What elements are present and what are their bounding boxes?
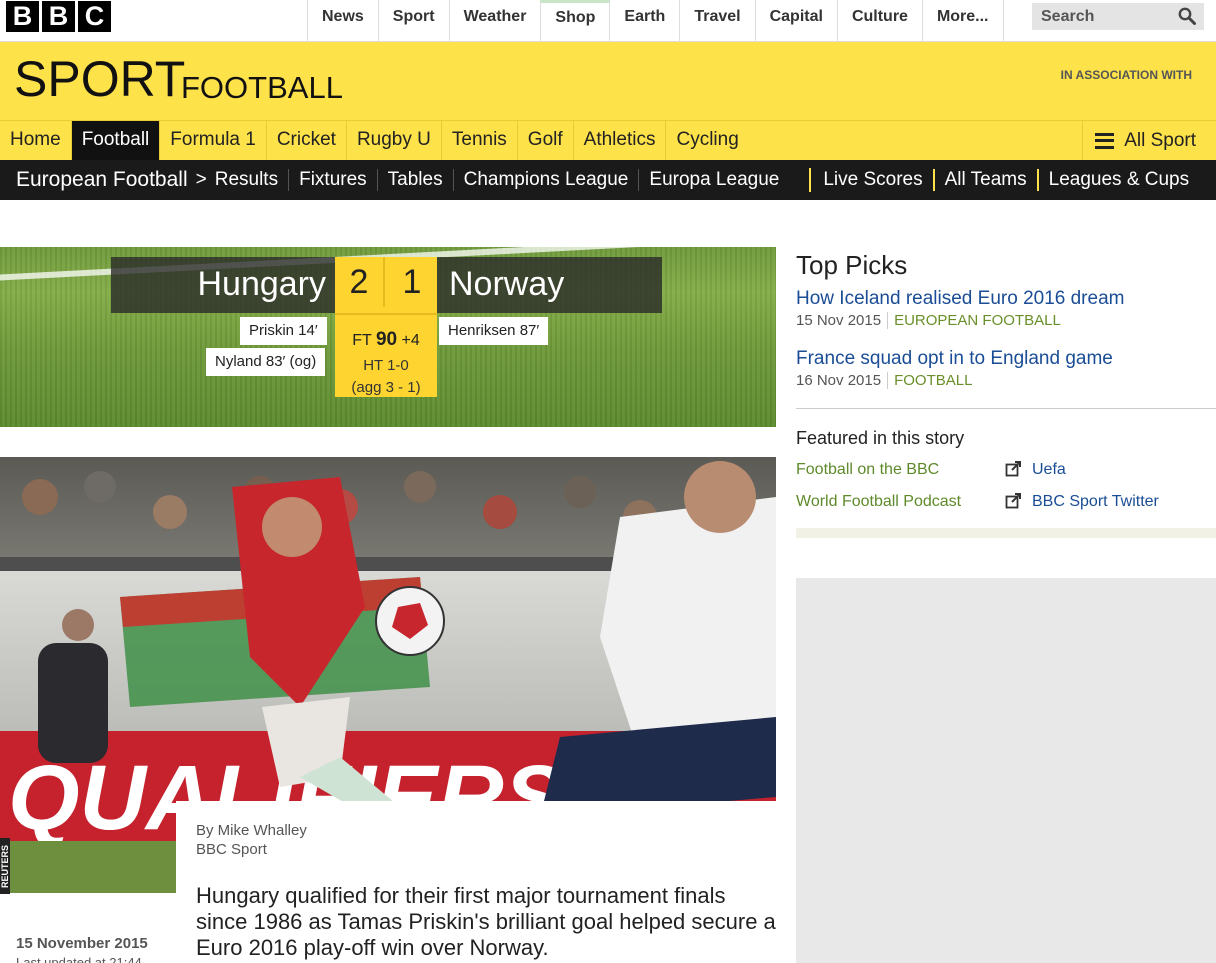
- external-link-icon: [1005, 493, 1021, 509]
- global-nav-news[interactable]: News: [307, 0, 378, 41]
- top-pick-meta: 15 Nov 2015 EUROPEAN FOOTBALL: [796, 312, 1061, 329]
- search-box: [1032, 3, 1204, 30]
- sport-nav-tennis[interactable]: Tennis: [442, 121, 518, 160]
- author-source: BBC Sport: [196, 841, 267, 858]
- global-nav: News Sport Weather Shop Earth Travel Cap…: [307, 0, 1004, 41]
- search-icon[interactable]: [1178, 7, 1196, 25]
- advertisement-slot: [796, 578, 1216, 963]
- away-scorer: Henriksen 87′: [439, 317, 549, 345]
- external-link-bbc-sport-twitter[interactable]: BBC Sport Twitter: [1032, 493, 1159, 511]
- article-date: 15 November 2015: [16, 935, 148, 952]
- external-link-icon: [1005, 461, 1021, 477]
- subnav-divider: [809, 168, 812, 192]
- sport-nav-cricket[interactable]: Cricket: [267, 121, 347, 160]
- match-scoreboard: Hungary Norway 2 1 FT 90 +4 HT 1-0 (agg …: [0, 247, 776, 427]
- featured-link-world-football-podcast[interactable]: World Football Podcast: [796, 493, 961, 511]
- divider: [796, 408, 1216, 409]
- top-pick-date: 16 Nov 2015: [796, 372, 882, 389]
- subnav-results[interactable]: Results: [213, 169, 290, 191]
- home-team-name[interactable]: Hungary: [111, 265, 326, 304]
- global-nav-travel[interactable]: Travel: [679, 0, 754, 41]
- logo-letter: B: [6, 1, 39, 32]
- subnav-all-teams[interactable]: All Teams: [935, 169, 1039, 191]
- author: By Mike Whalley: [196, 822, 307, 839]
- last-updated: Last updated at 21:44: [16, 955, 142, 963]
- global-nav-earth[interactable]: Earth: [609, 0, 679, 41]
- search-input[interactable]: [1032, 3, 1172, 30]
- byline: By Mike Whalley BBC Sport: [196, 821, 307, 859]
- article-intro: Hungary qualified for their first major …: [196, 883, 776, 960]
- sport-nav-rugby-union[interactable]: Rugby U: [347, 121, 442, 160]
- top-pick-link[interactable]: France squad opt in to England game: [796, 348, 1113, 370]
- global-nav-shop[interactable]: Shop: [540, 0, 610, 41]
- association-label: IN ASSOCIATION WITH: [1060, 68, 1192, 82]
- global-nav-more[interactable]: More...: [921, 0, 1004, 41]
- subnav-tables[interactable]: Tables: [378, 169, 454, 191]
- bbc-global-bar: B B C News Sport Weather Shop Earth Trav…: [0, 0, 1216, 42]
- external-link-uefa[interactable]: Uefa: [1032, 461, 1066, 479]
- sport-nav: Home Football Formula 1 Cricket Rugby U …: [0, 120, 1216, 160]
- page: B B C News Sport Weather Shop Earth Trav…: [0, 0, 1216, 963]
- subnav-europa-league[interactable]: Europa League: [639, 169, 789, 191]
- logo-letter: B: [42, 1, 75, 32]
- sport-brand[interactable]: SPORT: [14, 50, 185, 108]
- match-minutes: 90: [375, 329, 398, 350]
- subnav-fixtures[interactable]: Fixtures: [289, 169, 378, 191]
- sport-nav-athletics[interactable]: Athletics: [574, 121, 667, 160]
- home-scorer: Priskin 14′: [240, 317, 327, 345]
- photo-credit: REUTERS: [0, 838, 10, 894]
- sport-nav-golf[interactable]: Golf: [518, 121, 574, 160]
- score-panel: 2 1 FT 90 +4 HT 1-0 (agg 3 - 1): [335, 257, 437, 397]
- top-pick-link[interactable]: How Iceland realised Euro 2016 dream: [796, 288, 1124, 310]
- home-score: 2: [335, 257, 385, 307]
- score-divider: [335, 313, 437, 315]
- subnav-champions-league[interactable]: Champions League: [454, 169, 640, 191]
- crumb-european-football[interactable]: European Football: [0, 168, 188, 192]
- subnav-live-scores[interactable]: Live Scores: [821, 169, 935, 191]
- top-pick-meta: 16 Nov 2015 FOOTBALL: [796, 372, 973, 389]
- subnav-leagues-cups[interactable]: Leagues & Cups: [1039, 169, 1200, 191]
- full-time-status: FT 90 +4: [335, 329, 437, 351]
- away-score: 1: [402, 263, 422, 301]
- all-sport-label: All Sport: [1124, 129, 1196, 151]
- global-nav-culture[interactable]: Culture: [836, 0, 922, 41]
- menu-icon: [1095, 132, 1115, 149]
- half-time-score: HT 1-0: [363, 357, 409, 374]
- all-sport-button[interactable]: All Sport: [1082, 121, 1216, 160]
- sport-nav-football[interactable]: Football: [71, 121, 161, 160]
- top-pick-category[interactable]: EUROPEAN FOOTBALL: [887, 312, 1061, 329]
- away-team-name[interactable]: Norway: [449, 265, 564, 304]
- ft-label: FT: [352, 332, 372, 349]
- featured-heading: Featured in this story: [796, 428, 965, 448]
- global-nav-sport[interactable]: Sport: [377, 0, 449, 41]
- sport-nav-home[interactable]: Home: [0, 121, 72, 160]
- added-time: +4: [401, 332, 420, 349]
- bbc-logo[interactable]: B B C: [6, 1, 111, 32]
- sport-nav-formula-1[interactable]: Formula 1: [160, 121, 267, 160]
- section-title: FOOTBALL: [181, 70, 343, 105]
- top-pick-date: 15 Nov 2015: [796, 312, 882, 329]
- sport-masthead: SPORT FOOTBALL IN ASSOCIATION WITH: [0, 42, 1216, 120]
- section-divider: [796, 528, 1216, 538]
- featured-link-football-on-bbc[interactable]: Football on the BBC: [796, 461, 939, 479]
- logo-letter: C: [78, 1, 111, 32]
- home-scorer: Nyland 83′ (og): [206, 348, 326, 376]
- aggregate-score: (agg 3 - 1): [351, 379, 421, 396]
- top-picks-heading: Top Picks: [796, 250, 908, 280]
- global-nav-capital[interactable]: Capital: [754, 0, 837, 41]
- top-pick-category[interactable]: FOOTBALL: [887, 372, 973, 389]
- sport-nav-cycling[interactable]: Cycling: [666, 121, 748, 160]
- article-header: By Mike Whalley BBC Sport Hungary qualif…: [176, 801, 776, 963]
- global-nav-weather[interactable]: Weather: [448, 0, 541, 41]
- football-sub-nav: European Football > Results Fixtures Tab…: [0, 160, 1216, 200]
- chevron-right-icon: >: [195, 169, 207, 190]
